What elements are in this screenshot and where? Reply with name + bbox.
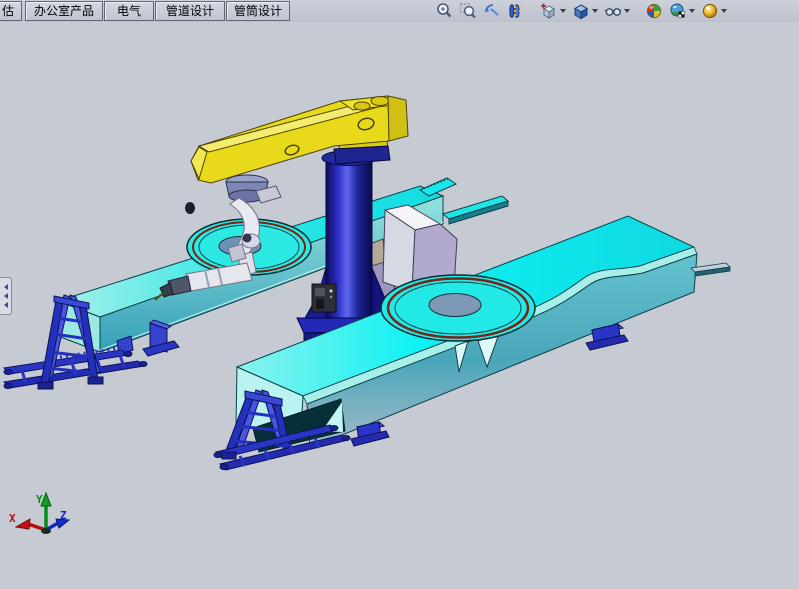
view-orientation-dropdown[interactable] bbox=[560, 9, 566, 13]
collapse-arrow-icon bbox=[4, 284, 8, 290]
tab-partial-evaluate[interactable]: 估 bbox=[0, 1, 22, 21]
view-orientation-icon[interactable] bbox=[539, 1, 567, 21]
hide-show-items-dropdown[interactable] bbox=[624, 9, 630, 13]
display-style-dropdown[interactable] bbox=[592, 9, 598, 13]
hide-show-items-icon[interactable] bbox=[603, 1, 631, 21]
orientation-triad: Y X Z bbox=[9, 493, 69, 534]
edit-appearance-icon[interactable] bbox=[644, 1, 664, 21]
view-settings-dropdown[interactable] bbox=[721, 9, 727, 13]
tab-electrical[interactable]: 电气 bbox=[104, 1, 154, 21]
section-view-icon[interactable] bbox=[506, 1, 526, 21]
triad-x-label: X bbox=[9, 512, 16, 525]
apply-scene-dropdown[interactable] bbox=[689, 9, 695, 13]
previous-view-icon[interactable] bbox=[482, 1, 502, 21]
right-rotary-ring[interactable] bbox=[381, 275, 535, 341]
collapse-arrow-icon bbox=[4, 302, 8, 308]
tab-tubing[interactable]: 管筒设计 bbox=[226, 1, 290, 21]
triad-z-label: Z bbox=[60, 509, 67, 522]
tab-piping[interactable]: 管道设计 bbox=[155, 1, 225, 21]
heads-up-view-toolbar bbox=[434, 0, 728, 22]
triad-y-label: Y bbox=[36, 493, 43, 506]
solidworks-window: { "command_tabs": { "partial_tab": {"lab… bbox=[0, 0, 799, 589]
collapse-arrow-icon bbox=[4, 293, 8, 299]
display-style-icon[interactable] bbox=[571, 1, 599, 21]
graphics-viewport[interactable]: Y X Z bbox=[0, 22, 799, 589]
feature-tree-flyout-button[interactable] bbox=[0, 277, 12, 315]
command-tab-bar: 估 办公室产品 电气 管道设计 管筒设计 bbox=[0, 0, 799, 23]
model-3d-view[interactable]: Y X Z bbox=[0, 22, 799, 589]
view-settings-icon[interactable] bbox=[700, 1, 728, 21]
zoom-to-fit-icon[interactable] bbox=[434, 1, 454, 21]
apply-scene-icon[interactable] bbox=[668, 1, 696, 21]
tab-office-products[interactable]: 办公室产品 bbox=[25, 1, 103, 21]
zoom-to-area-icon[interactable] bbox=[458, 1, 478, 21]
column-control-box[interactable] bbox=[312, 284, 336, 312]
